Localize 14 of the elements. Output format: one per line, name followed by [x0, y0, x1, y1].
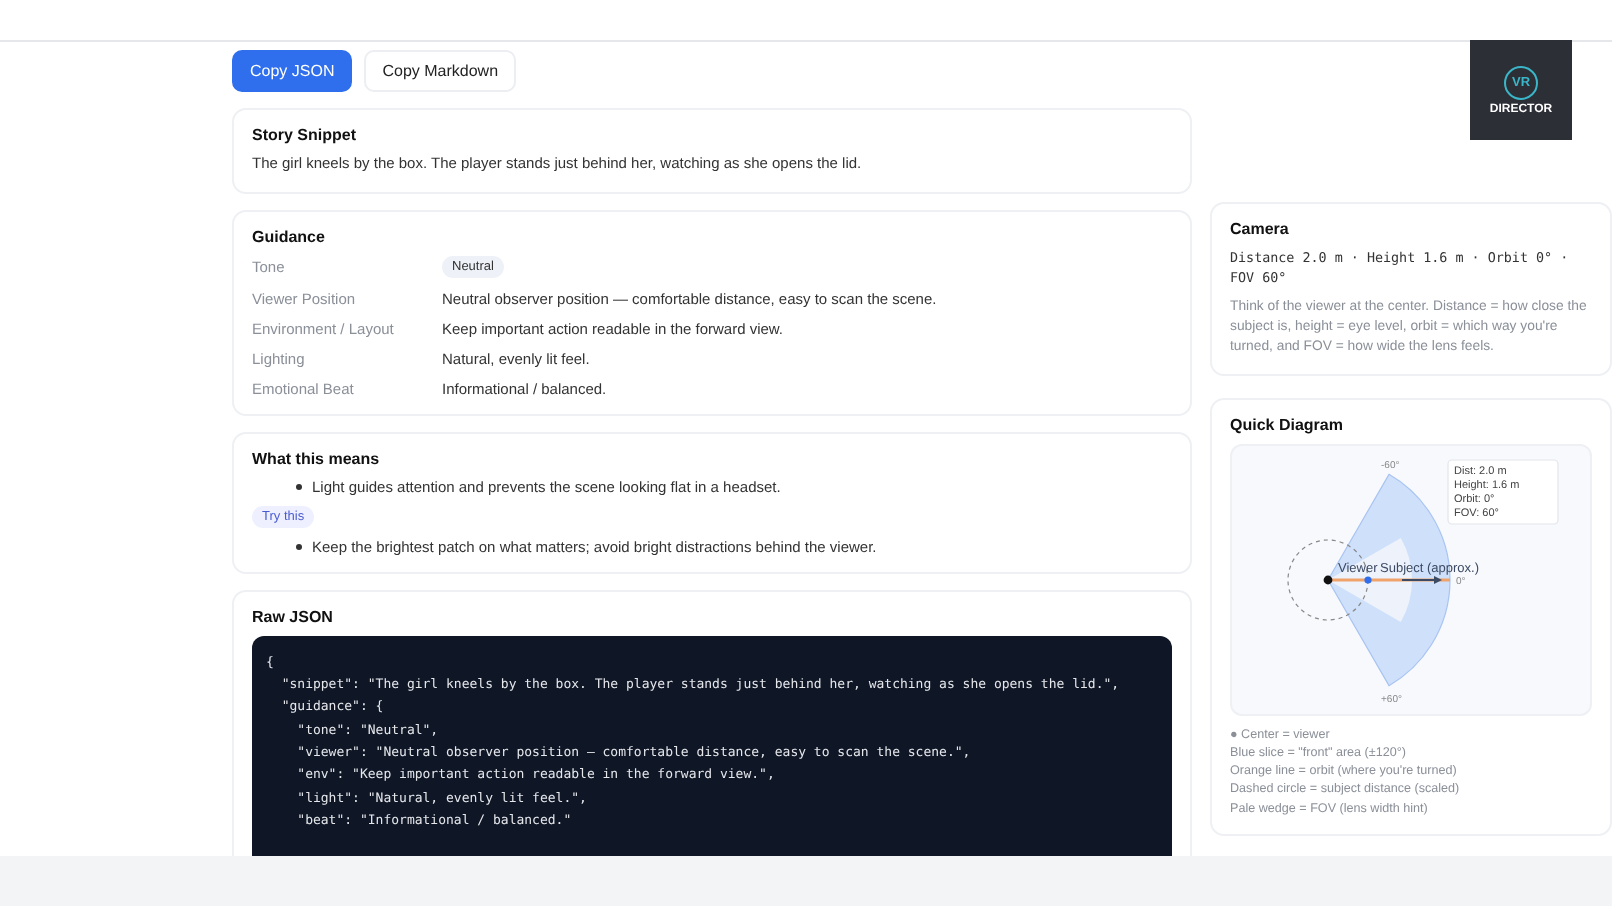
copy-button[interactable]: Copy JSON	[232, 50, 353, 92]
card-title: Guidance	[252, 227, 327, 245]
bullet-icon	[296, 544, 302, 550]
card-title: What this means	[252, 449, 382, 467]
subject-dot	[1364, 576, 1372, 584]
direction-arrow	[1401, 576, 1442, 585]
bullet-icon	[296, 484, 302, 490]
card-title: Camera	[1230, 220, 1291, 238]
copy-button[interactable]: Copy Markdown	[364, 50, 517, 92]
viewer-dot	[1323, 575, 1333, 585]
orbit-line	[1328, 578, 1450, 582]
card-title: Story Snippet	[252, 126, 359, 144]
card-title: Quick Diagram	[1230, 416, 1345, 435]
card-title: Raw JSON	[252, 607, 335, 625]
